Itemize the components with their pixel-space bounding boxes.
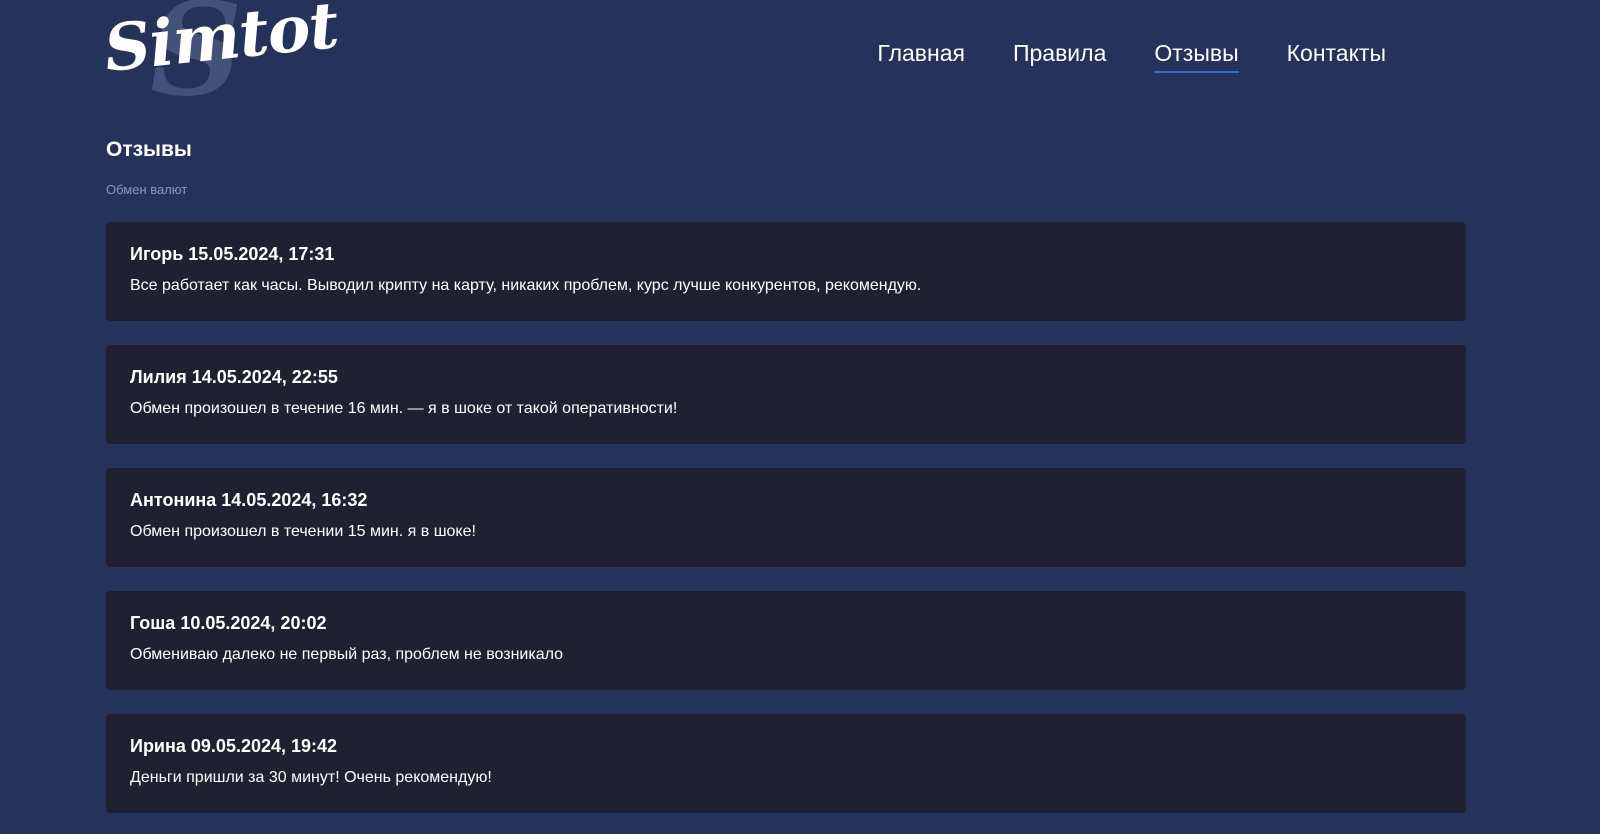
nav-item-contacts[interactable]: Контакты: [1287, 40, 1386, 73]
review-author: Игорь: [130, 244, 184, 264]
review-card: Ирина 09.05.2024, 19:42 Деньги пришли за…: [106, 714, 1466, 813]
logo-text: Simtot: [100, 0, 342, 87]
review-datetime: 14.05.2024, 16:32: [221, 490, 368, 510]
main-nav: Главная Правила Отзывы Контакты: [877, 40, 1386, 73]
header: S Simtot Главная Правила Отзывы Контакты: [101, 0, 1466, 120]
review-header: Антонина 14.05.2024, 16:32: [130, 490, 1442, 511]
page-title: Отзывы: [106, 138, 192, 161]
review-datetime: 14.05.2024, 22:55: [191, 367, 338, 387]
review-datetime: 15.05.2024, 17:31: [188, 244, 335, 264]
reviews-list: Игорь 15.05.2024, 17:31 Все работает как…: [106, 222, 1466, 834]
review-header: Ирина 09.05.2024, 19:42: [130, 736, 1442, 757]
review-header: Игорь 15.05.2024, 17:31: [130, 244, 1442, 265]
review-header: Лилия 14.05.2024, 22:55: [130, 367, 1442, 388]
review-author: Гоша: [130, 613, 176, 633]
review-card: Игорь 15.05.2024, 17:31 Все работает как…: [106, 222, 1466, 321]
nav-item-rules[interactable]: Правила: [1013, 40, 1106, 73]
review-author: Антонина: [130, 490, 217, 510]
review-text: Все работает как часы. Выводил крипту на…: [130, 277, 922, 294]
nav-item-reviews[interactable]: Отзывы: [1154, 40, 1239, 73]
nav-item-home[interactable]: Главная: [877, 40, 965, 73]
review-text: Деньги пришли за 30 минут! Очень рекомен…: [130, 769, 492, 786]
review-text: Обмен произошел в течении 15 мин. я в шо…: [130, 523, 476, 540]
review-text: Обмениваю далеко не первый раз, проблем …: [130, 646, 564, 663]
page: S Simtot Главная Правила Отзывы Контакты…: [0, 0, 1600, 834]
review-card: Антонина 14.05.2024, 16:32 Обмен произош…: [106, 468, 1466, 567]
review-text: Обмен произошел в течение 16 мин. — я в …: [130, 400, 678, 417]
site-logo[interactable]: S Simtot: [101, 0, 342, 118]
review-author: Лилия: [130, 367, 187, 387]
review-header: Гоша 10.05.2024, 20:02: [130, 613, 1442, 634]
page-subtitle: Обмен валют: [106, 182, 188, 197]
review-datetime: 10.05.2024, 20:02: [180, 613, 327, 633]
review-card: Гоша 10.05.2024, 20:02 Обмениваю далеко …: [106, 591, 1466, 690]
review-card: Лилия 14.05.2024, 22:55 Обмен произошел …: [106, 345, 1466, 444]
review-author: Ирина: [130, 736, 186, 756]
review-datetime: 09.05.2024, 19:42: [190, 736, 338, 756]
